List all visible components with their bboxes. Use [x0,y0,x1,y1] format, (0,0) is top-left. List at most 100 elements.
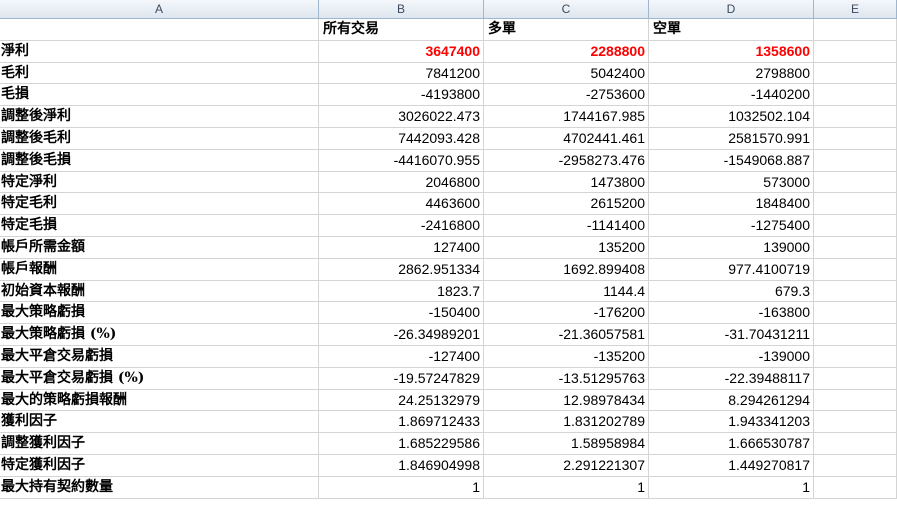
value-cell-b[interactable]: 1823.7 [319,280,484,303]
empty-cell-e[interactable] [814,84,897,107]
empty-cell-e[interactable] [814,324,897,346]
value-cell-b[interactable]: 2862.951334 [319,258,484,281]
value-cell-b[interactable]: 1.846904998 [319,454,484,477]
value-cell-c[interactable]: 2288800 [484,40,649,63]
value-cell-b[interactable]: 4463600 [319,193,484,216]
row-label-cell[interactable]: 特定毛損 [0,215,319,237]
empty-cell-e[interactable] [814,367,897,390]
value-cell-d[interactable]: -31.70431211 [649,324,814,346]
value-cell-c[interactable]: -135200 [484,345,649,368]
value-cell-d[interactable]: 1358600 [649,40,814,63]
cell-e1[interactable] [814,19,897,41]
cell-c1[interactable]: 多單 [484,19,649,41]
value-cell-d[interactable]: -1275400 [649,215,814,237]
value-cell-d[interactable]: 573000 [649,171,814,194]
empty-cell-e[interactable] [814,280,897,303]
value-cell-c[interactable]: 12.98978434 [484,389,649,412]
row-label-cell[interactable]: 最大平倉交易虧損 (%) [0,367,319,390]
row-label-cell[interactable]: 調整後毛損 [0,149,319,172]
value-cell-c[interactable]: 5042400 [484,62,649,85]
value-cell-c[interactable]: -1141400 [484,215,649,237]
row-label-cell[interactable]: 調整後毛利 [0,127,319,150]
row-label-cell[interactable]: 最大策略虧損 [0,302,319,325]
row-label-cell[interactable]: 毛損 [0,84,319,107]
value-cell-b[interactable]: -4193800 [319,84,484,107]
column-header-c[interactable]: C [484,0,649,18]
row-label-cell[interactable]: 獲利因子 [0,411,319,434]
row-label-cell[interactable]: 特定淨利 [0,171,319,194]
value-cell-b[interactable]: 3026022.473 [319,106,484,128]
empty-cell-e[interactable] [814,258,897,281]
value-cell-b[interactable]: 127400 [319,236,484,259]
value-cell-b[interactable]: -150400 [319,302,484,325]
value-cell-b[interactable]: 24.25132979 [319,389,484,412]
value-cell-b[interactable]: -127400 [319,345,484,368]
value-cell-c[interactable]: 1.831202789 [484,411,649,434]
row-label-cell[interactable]: 帳戶所需金額 [0,236,319,259]
row-label-cell[interactable]: 最大平倉交易虧損 [0,345,319,368]
value-cell-b[interactable]: 1.685229586 [319,433,484,455]
empty-cell-e[interactable] [814,193,897,216]
value-cell-c[interactable]: 1473800 [484,171,649,194]
value-cell-d[interactable]: 1848400 [649,193,814,216]
empty-cell-e[interactable] [814,127,897,150]
cell-d1[interactable]: 空單 [649,19,814,41]
value-cell-c[interactable]: 1692.899408 [484,258,649,281]
value-cell-c[interactable]: 1.58958984 [484,433,649,455]
value-cell-d[interactable]: 2581570.991 [649,127,814,150]
value-cell-c[interactable]: 1 [484,476,649,499]
value-cell-d[interactable]: 1.666530787 [649,433,814,455]
value-cell-d[interactable]: -139000 [649,345,814,368]
column-header-e[interactable]: E [814,0,897,18]
empty-cell-e[interactable] [814,476,897,499]
value-cell-d[interactable]: 1.943341203 [649,411,814,434]
value-cell-d[interactable]: 1 [649,476,814,499]
value-cell-b[interactable]: 7841200 [319,62,484,85]
value-cell-d[interactable]: 8.294261294 [649,389,814,412]
value-cell-b[interactable]: 7442093.428 [319,127,484,150]
empty-cell-e[interactable] [814,433,897,455]
value-cell-b[interactable]: -4416070.955 [319,149,484,172]
value-cell-c[interactable]: 2.291221307 [484,454,649,477]
value-cell-c[interactable]: -176200 [484,302,649,325]
row-label-cell[interactable]: 調整後淨利 [0,106,319,128]
empty-cell-e[interactable] [814,236,897,259]
row-label-cell[interactable]: 帳戶報酬 [0,258,319,281]
empty-cell-e[interactable] [814,345,897,368]
value-cell-d[interactable]: 1032502.104 [649,106,814,128]
column-header-a[interactable]: A [0,0,319,18]
value-cell-b[interactable]: 2046800 [319,171,484,194]
value-cell-c[interactable]: 2615200 [484,193,649,216]
value-cell-c[interactable]: 1144.4 [484,280,649,303]
value-cell-c[interactable]: 1744167.985 [484,106,649,128]
row-label-cell[interactable]: 淨利 [0,40,319,63]
row-label-cell[interactable]: 毛利 [0,62,319,85]
value-cell-b[interactable]: 1.869712433 [319,411,484,434]
empty-cell-e[interactable] [814,454,897,477]
value-cell-b[interactable]: -2416800 [319,215,484,237]
cell-b1[interactable]: 所有交易 [319,19,484,41]
value-cell-c[interactable]: -21.36057581 [484,324,649,346]
empty-cell-e[interactable] [814,106,897,128]
empty-cell-e[interactable] [814,215,897,237]
value-cell-c[interactable]: 135200 [484,236,649,259]
row-label-cell[interactable]: 最大持有契約數量 [0,476,319,499]
value-cell-d[interactable]: 679.3 [649,280,814,303]
value-cell-b[interactable]: -19.57247829 [319,367,484,390]
value-cell-c[interactable]: -2753600 [484,84,649,107]
value-cell-d[interactable]: 2798800 [649,62,814,85]
row-label-cell[interactable]: 特定獲利因子 [0,454,319,477]
value-cell-c[interactable]: -13.51295763 [484,367,649,390]
value-cell-c[interactable]: 4702441.461 [484,127,649,150]
row-label-cell[interactable]: 最大的策略虧損報酬 [0,389,319,412]
empty-cell-e[interactable] [814,302,897,325]
value-cell-b[interactable]: 1 [319,476,484,499]
value-cell-b[interactable]: -26.34989201 [319,324,484,346]
empty-cell-e[interactable] [814,62,897,85]
empty-cell-e[interactable] [814,389,897,412]
empty-cell-e[interactable] [814,40,897,63]
row-label-cell[interactable]: 最大策略虧損 (%) [0,324,319,346]
value-cell-b[interactable]: 3647400 [319,40,484,63]
row-label-cell[interactable]: 調整獲利因子 [0,433,319,455]
column-header-d[interactable]: D [649,0,814,18]
